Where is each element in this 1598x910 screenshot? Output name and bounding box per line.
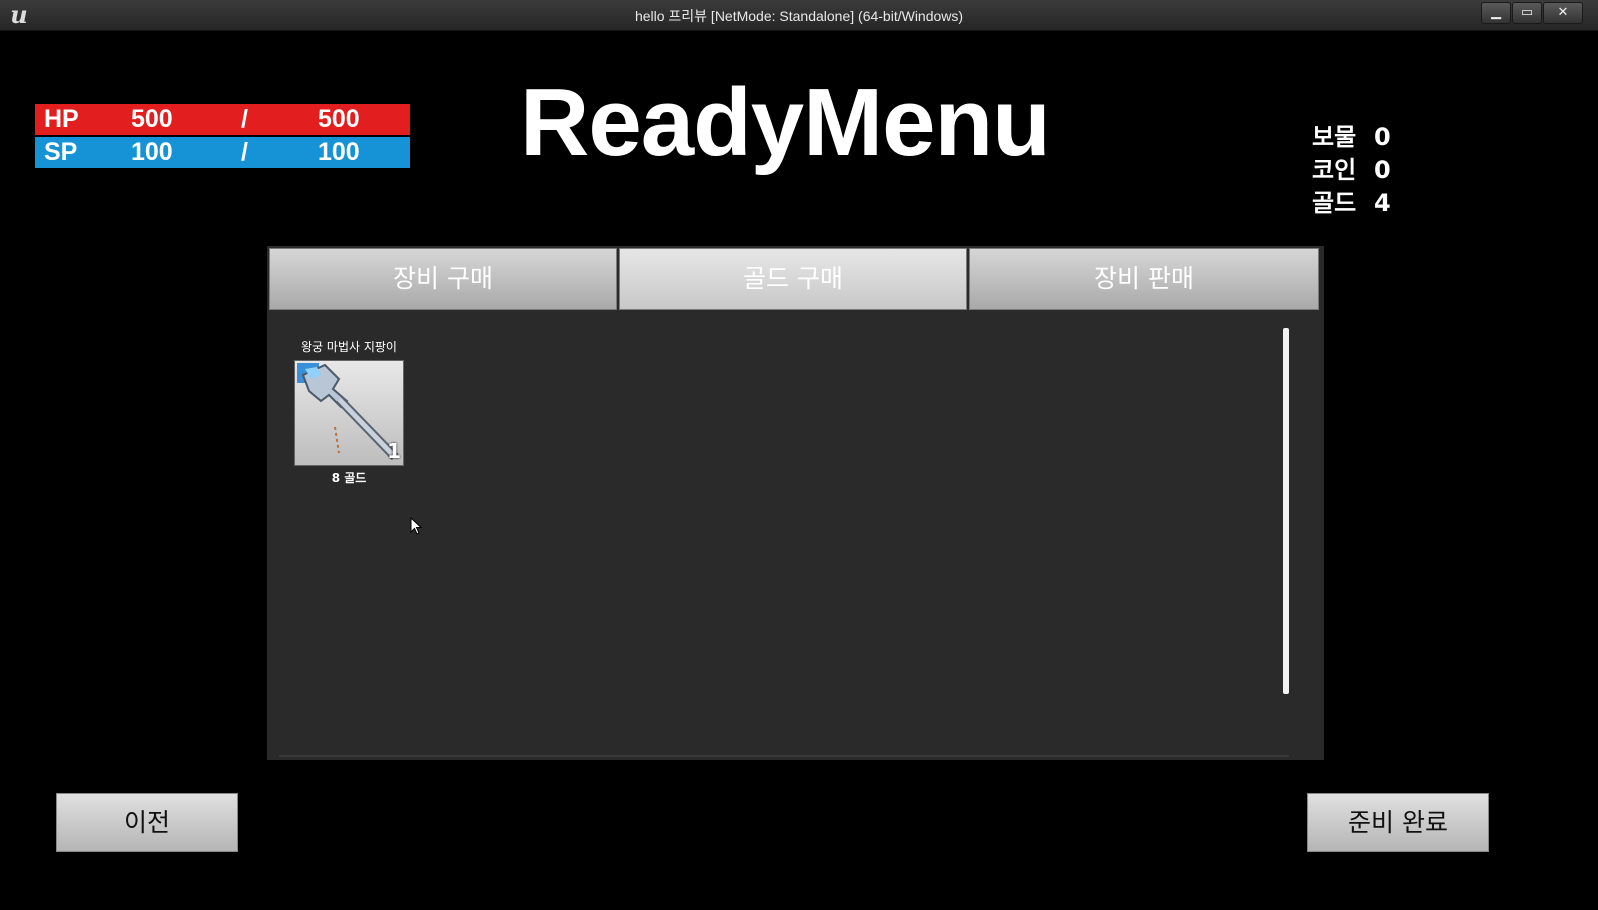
currency-coin: 코인 0 <box>1312 150 1391 185</box>
shop-item[interactable]: 왕궁 마법사 지팡이 1 8 골드 <box>294 338 404 486</box>
minimize-button[interactable]: ▁ <box>1481 2 1511 24</box>
hp-current: 500 <box>131 105 173 133</box>
mouse-cursor-icon <box>410 517 422 535</box>
close-button[interactable]: ✕ <box>1543 2 1583 24</box>
item-quantity: 1 <box>387 439 401 463</box>
ready-button[interactable]: 준비 완료 <box>1307 793 1489 852</box>
currency-value: 0 <box>1374 156 1391 184</box>
tab-sell-equipment[interactable]: 장비 판매 <box>969 248 1319 310</box>
prev-button[interactable]: 이전 <box>56 793 238 852</box>
sp-max: 100 <box>318 138 360 166</box>
sp-separator: / <box>241 138 248 166</box>
currency-value: 4 <box>1374 189 1391 217</box>
currency-gold: 골드 4 <box>1312 183 1391 218</box>
item-name: 왕궁 마법사 지팡이 <box>301 340 397 354</box>
window-title: hello 프리뷰 [NetMode: Standalone] (64-bit/… <box>634 8 964 24</box>
sp-current: 100 <box>131 138 173 166</box>
sp-bar: SP 100 / 100 <box>35 137 410 168</box>
currency-name: 보물 <box>1312 123 1357 151</box>
item-price: 8 골드 <box>331 471 367 485</box>
currency-value: 0 <box>1374 123 1391 151</box>
wizard-staff-icon[interactable]: 1 <box>294 360 404 466</box>
currency-name: 골드 <box>1312 189 1357 217</box>
hp-max: 500 <box>318 105 360 133</box>
hp-separator: / <box>241 105 248 133</box>
shop-panel: 장비 구매 골드 구매 장비 판매 왕궁 마법사 지팡이 1 8 골드 <box>267 246 1324 760</box>
panel-divider <box>279 755 1289 757</box>
sp-label: SP <box>44 138 78 166</box>
window-title-bar[interactable]: u hello 프리뷰 [NetMode: Standalone] (64-bi… <box>0 0 1598 31</box>
hp-bar: HP 500 / 500 <box>35 104 410 135</box>
currency-name: 코인 <box>1312 156 1357 184</box>
tab-buy-equipment[interactable]: 장비 구매 <box>269 248 617 310</box>
scrollbar[interactable] <box>1283 328 1289 694</box>
tab-buy-gold[interactable]: 골드 구매 <box>619 248 967 310</box>
page-title: ReadyMenu <box>520 69 1051 176</box>
hp-label: HP <box>44 105 79 133</box>
currency-treasure: 보물 0 <box>1312 117 1391 152</box>
maximize-button[interactable]: ▭ <box>1512 2 1542 24</box>
